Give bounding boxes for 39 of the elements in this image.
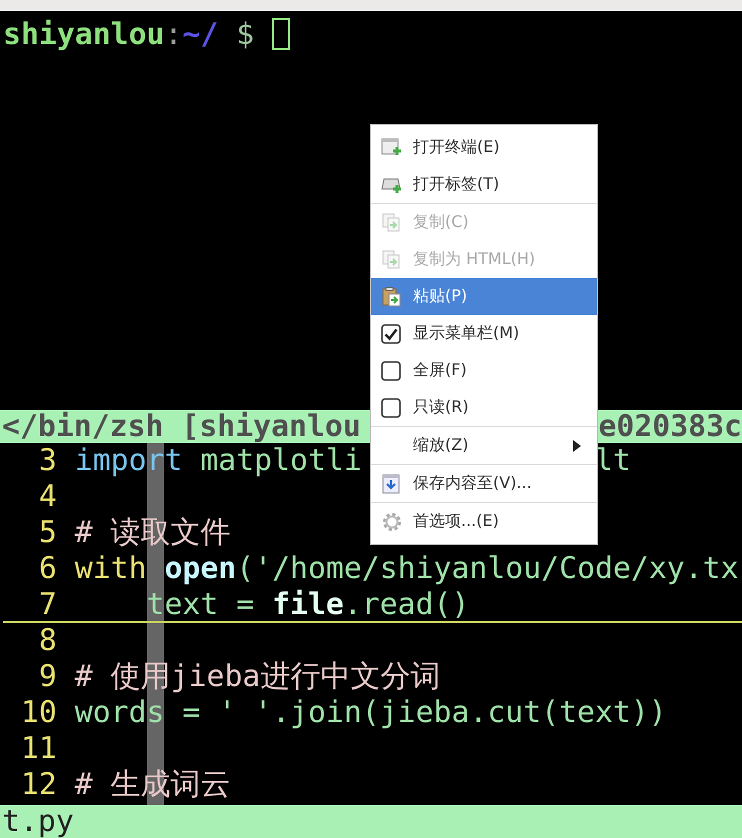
line-number: 11: [20, 731, 57, 767]
prompt-symbol: $: [236, 16, 254, 52]
menu-item[interactable]: 打开标签(T): [371, 166, 597, 203]
line-number: 5: [38, 515, 57, 551]
prompt-user: shiyanlou: [3, 16, 164, 52]
menu-item[interactable]: 只读(R): [371, 389, 597, 426]
prompt-separator: :: [164, 16, 182, 52]
checkbox-icon[interactable]: [381, 324, 401, 344]
line-number: 6: [38, 551, 57, 587]
code-line: with open('/home/shiyanlou/Code/xy.tx: [74, 551, 739, 587]
code-line: words = ' '.join(jieba.cut(text)): [74, 695, 667, 731]
line-number: 3: [38, 443, 57, 479]
line-number: 7: [38, 587, 57, 621]
settings-icon: [381, 510, 403, 532]
paste-icon: [381, 286, 403, 306]
checkbox-icon[interactable]: [381, 360, 401, 380]
status-text: </bin/zsh [shiyanlou: [2, 409, 361, 444]
code-line: import matplotli: [74, 443, 362, 479]
menu-item[interactable]: 全屏(F): [371, 352, 597, 389]
checkbox-icon[interactable]: [381, 398, 401, 418]
text-cursor: [272, 18, 290, 50]
submenu-arrow-icon: [573, 440, 581, 452]
status-text: e020383c: [598, 409, 742, 444]
window-plus-icon: [381, 138, 403, 158]
line-number: 8: [38, 623, 57, 659]
line-number: 9: [38, 659, 57, 695]
menu-item[interactable]: 显示菜单栏(M): [371, 315, 597, 352]
menu-item[interactable]: 打开终端(E): [371, 129, 597, 166]
line-number: 10: [20, 695, 57, 731]
code-line: text = file.read(): [146, 587, 470, 621]
menu-item[interactable]: 缩放(Z): [371, 427, 597, 464]
code-fragment: lt: [594, 443, 631, 479]
menu-item[interactable]: 保存内容至(V)...: [371, 465, 597, 502]
line-number: 12: [20, 767, 57, 803]
line-number: 4: [38, 479, 57, 515]
file-name: t.py: [2, 804, 74, 838]
menu-item[interactable]: 首选项...(E): [371, 503, 597, 540]
prompt-path: ~/: [182, 16, 218, 52]
menu-item[interactable]: 粘贴(P): [371, 278, 597, 315]
